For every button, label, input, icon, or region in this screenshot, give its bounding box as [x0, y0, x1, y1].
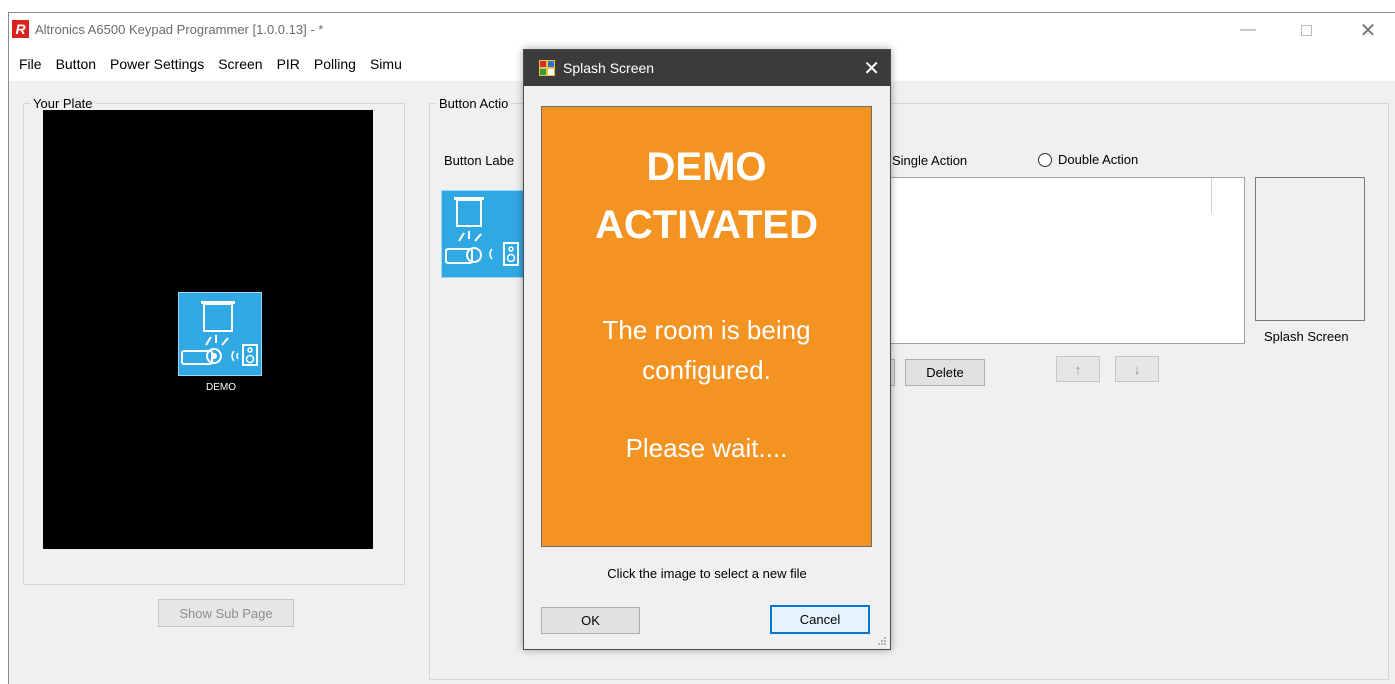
- splash-screen-caption: Splash Screen: [1264, 329, 1349, 344]
- app-logo-icon: R: [12, 20, 29, 38]
- menu-button[interactable]: Button: [49, 56, 103, 72]
- button-actions-legend: Button Actio: [436, 96, 512, 111]
- button-label-label: Button Labe: [444, 153, 515, 168]
- splash-heading-line-1: DEMO: [646, 145, 767, 189]
- splash-heading-line-2: ACTIVATED: [595, 203, 818, 247]
- selected-button-preview[interactable]: [441, 190, 525, 278]
- cancel-button[interactable]: Cancel: [770, 605, 870, 634]
- plate-button-demo[interactable]: DEMO: [178, 292, 262, 393]
- dialog-title-bar: Splash Screen ✕: [524, 50, 890, 86]
- actions-list[interactable]: [884, 177, 1245, 344]
- dialog-hint: Click the image to select a new file: [607, 566, 807, 581]
- splash-body-line-3: Please wait....: [625, 433, 788, 463]
- single-action-label: Single Action: [892, 153, 968, 168]
- minimize-button[interactable]: —: [1225, 13, 1271, 47]
- splash-body-line-1: The room is being: [602, 315, 811, 345]
- your-plate-legend: Your Plate: [30, 96, 96, 111]
- projector-screen-icon: [181, 301, 258, 366]
- dialog-close-button[interactable]: ✕: [863, 56, 880, 81]
- maximize-icon: [1300, 24, 1312, 36]
- plate-canvas: DEMO: [43, 110, 373, 549]
- menu-polling[interactable]: Polling: [307, 56, 363, 72]
- window-title: Altronics A6500 Keypad Programmer [1.0.0…: [35, 22, 324, 37]
- show-sub-page-button[interactable]: Show Sub Page: [158, 599, 294, 627]
- splash-body-line-2: configured.: [642, 355, 771, 385]
- maximize-button[interactable]: [1283, 13, 1329, 47]
- double-action-radio[interactable]: Double Action: [1038, 152, 1138, 167]
- menu-power-settings[interactable]: Power Settings: [103, 56, 211, 72]
- splash-screen-thumbnail[interactable]: [1255, 177, 1365, 321]
- dialog-app-icon: [539, 60, 555, 76]
- single-action-radio[interactable]: Single Action: [892, 153, 967, 168]
- dialog-title: Splash Screen: [563, 60, 655, 76]
- menu-simulate[interactable]: Simu: [363, 56, 409, 72]
- list-column-divider: [1211, 178, 1212, 213]
- splash-screen-dialog: Splash Screen ✕ DEMO ACTIVATED The room …: [523, 49, 891, 650]
- double-action-label: Double Action: [1058, 152, 1139, 167]
- delete-button[interactable]: Delete: [905, 359, 985, 386]
- move-up-button[interactable]: ↑: [1056, 356, 1100, 382]
- resize-grip-icon[interactable]: [877, 636, 887, 646]
- ok-button[interactable]: OK: [541, 607, 640, 634]
- radio-circle-icon: [1038, 152, 1052, 167]
- move-down-button[interactable]: ↓: [1115, 356, 1159, 382]
- title-bar: R Altronics A6500 Keypad Programmer [1.0…: [9, 13, 1395, 47]
- menu-pir[interactable]: PIR: [270, 56, 307, 72]
- plate-button-caption: DEMO: [206, 382, 236, 393]
- splash-image[interactable]: DEMO ACTIVATED The room is being configu…: [541, 106, 872, 547]
- menu-screen[interactable]: Screen: [211, 56, 269, 72]
- menu-file[interactable]: File: [9, 56, 49, 72]
- projector-screen-icon: [445, 197, 519, 266]
- close-button[interactable]: ✕: [1345, 13, 1391, 47]
